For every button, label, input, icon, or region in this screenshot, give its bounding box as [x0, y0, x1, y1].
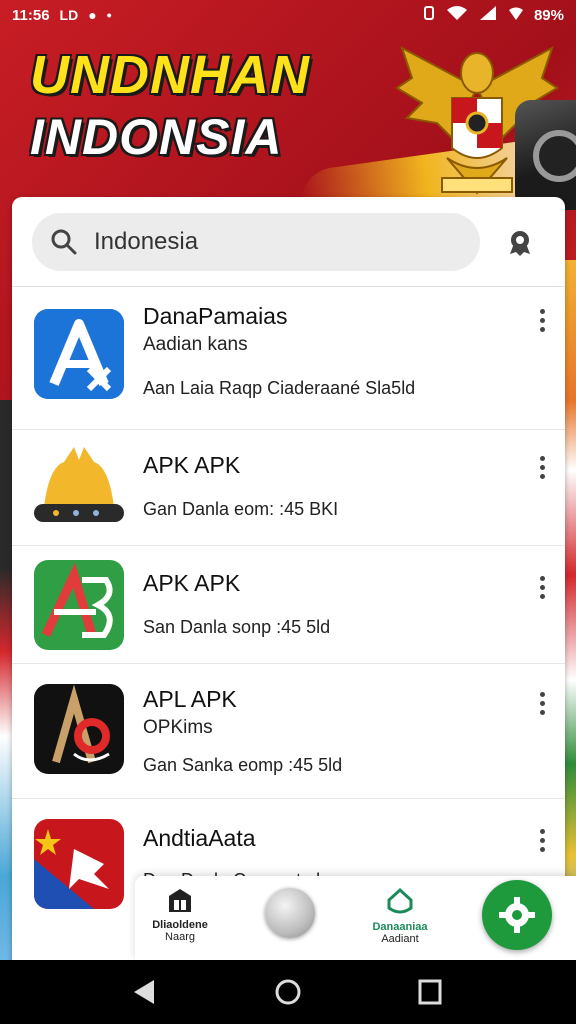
- more-options-button[interactable]: [537, 692, 547, 715]
- search-bar-area: Indonesia: [12, 197, 565, 287]
- list-item[interactable]: DanaPamaias Aadian kans Aan Laia Raqp Ci…: [12, 287, 565, 430]
- house-outline-icon: [387, 887, 413, 914]
- app-subtitle: Aadian kans: [143, 334, 248, 355]
- app-list: DanaPamaias Aadian kans Aan Laia Raqp Ci…: [12, 287, 565, 959]
- disc-button[interactable]: [265, 888, 315, 938]
- home-icon[interactable]: [274, 978, 302, 1006]
- more-options-button[interactable]: [537, 576, 547, 599]
- camera-graphic: [515, 100, 576, 210]
- app-texts: DanaPamaias Aadian kans Aan Laia Raqp Ci…: [143, 303, 415, 399]
- status-bar: 11:56 LD ● • 89%: [0, 0, 576, 30]
- gear-icon: [499, 897, 535, 933]
- app-a-black-icon: [34, 684, 124, 774]
- signal-icon: [478, 5, 498, 25]
- hero-title: UNDNHAN INDONSIA: [30, 48, 310, 162]
- app-texts: APL APK OPKims Gan Sanka eomp :45 5ld: [143, 686, 342, 776]
- app-name: DanaPamaias: [143, 303, 288, 329]
- app-texts: APK APK Gan Danla eom: :45 BKI: [143, 452, 338, 520]
- app-texts: APK APK San Danla sonp :45 5ld: [143, 570, 330, 638]
- badge-gear-icon: [510, 230, 530, 256]
- store-icon: [169, 889, 191, 912]
- recents-icon[interactable]: [418, 978, 442, 1006]
- settings-fab-button[interactable]: [482, 880, 552, 950]
- nav-sublabel: Aadiant: [381, 933, 419, 945]
- app-a-blue-icon: [34, 309, 124, 399]
- settings-badge-button[interactable]: [502, 224, 538, 260]
- search-input[interactable]: Indonesia: [32, 212, 480, 271]
- app-name: APK APK: [143, 570, 241, 596]
- back-icon[interactable]: [132, 978, 156, 1006]
- search-input-value: Indonesia: [94, 227, 199, 255]
- more-options-button[interactable]: [537, 829, 547, 852]
- app-meta: Gan Sanka eomp :45 5ld: [143, 755, 343, 775]
- alert-icon: ●: [88, 7, 97, 23]
- status-time: 11:56: [12, 6, 50, 24]
- battery-wifi-icon: [508, 5, 524, 25]
- flag-red-blue-icon: [34, 819, 124, 909]
- yellow-hat-icon: [34, 442, 124, 532]
- nav-label: Dliaoldene: [152, 919, 208, 931]
- app-name: APL APK: [143, 686, 237, 712]
- hero-title-line1: UNDNHAN: [30, 45, 310, 105]
- app-ab-green-icon: [34, 560, 124, 650]
- nav-item-store[interactable]: Dliaoldene Naarg: [145, 886, 215, 943]
- app-name: AndtiaAata: [143, 825, 256, 851]
- battery-level: 89%: [533, 6, 564, 24]
- dot-icon: •: [106, 7, 112, 23]
- notification-icon: LD: [59, 7, 79, 23]
- app-meta: Aan Laia Raqp Ciaderaané Sla5ld: [143, 378, 416, 398]
- app-meta: Gan Danla eom: :45 BKI: [143, 499, 339, 519]
- hero-title-line2: INDONSIA: [30, 109, 283, 165]
- list-item[interactable]: APL APK OPKims Gan Sanka eomp :45 5ld: [12, 664, 565, 799]
- app-name: APK APK: [143, 452, 241, 478]
- system-navigation-bar: [0, 960, 576, 1024]
- more-options-button[interactable]: [537, 456, 547, 479]
- nav-sublabel: Naarg: [165, 931, 195, 943]
- list-item[interactable]: APK APK Gan Danla eom: :45 BKI: [12, 430, 565, 546]
- wifi-icon: [446, 5, 468, 25]
- nav-label: Danaaniaa: [372, 921, 428, 933]
- app-subtitle: OPKims: [143, 717, 213, 738]
- app-meta: San Danla sonp :45 5ld: [143, 617, 331, 637]
- list-item[interactable]: APK APK San Danla sonp :45 5ld: [12, 546, 565, 664]
- search-icon: [51, 229, 77, 254]
- app-search-card: Indonesia DanaPamaias Aadian kans Aan La…: [12, 197, 565, 977]
- vibrate-icon: [422, 5, 436, 25]
- nav-item-home[interactable]: Danaaniaa Aadiant: [360, 886, 440, 945]
- more-options-button[interactable]: [537, 309, 547, 332]
